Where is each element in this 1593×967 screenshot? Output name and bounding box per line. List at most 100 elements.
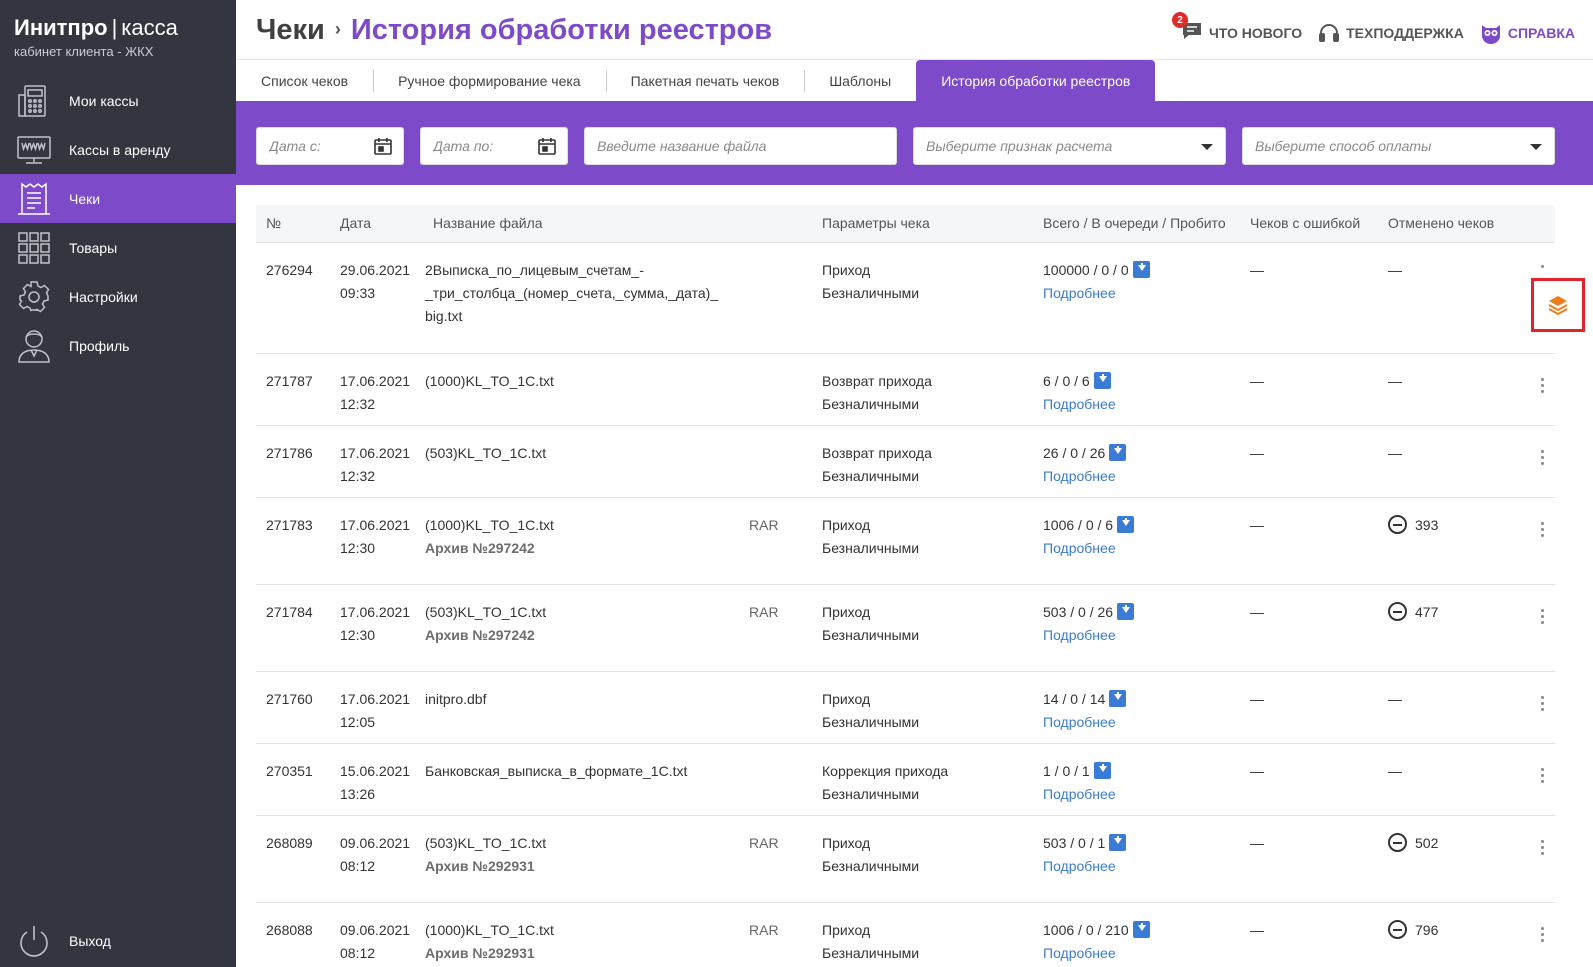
sidebar-item-profile[interactable]: Профиль	[0, 321, 236, 370]
logout-button[interactable]: Выход	[16, 921, 111, 961]
tab-templates[interactable]: Шаблоны	[804, 60, 916, 101]
archive-label: Архив №292931	[425, 945, 535, 961]
download-icon[interactable]	[1117, 516, 1135, 533]
download-icon[interactable]	[1109, 444, 1127, 461]
row-time: 13:26	[340, 786, 376, 802]
row-canceled: —	[1388, 763, 1402, 779]
file-name-line: (503)KL_TO_1C.txt	[425, 445, 547, 461]
help-link[interactable]: СПРАВКА	[1480, 22, 1575, 44]
col-totals[interactable]: Всего / В очереди / Пробито	[1043, 215, 1226, 231]
file-name-field[interactable]	[584, 127, 897, 165]
row-menu-button[interactable]	[1541, 927, 1545, 945]
download-icon[interactable]	[1132, 261, 1150, 278]
details-link[interactable]: Подробнее	[1043, 855, 1126, 878]
row-date: 17.06.2021	[340, 691, 411, 707]
file-name-input[interactable]	[597, 138, 896, 154]
row-canceled: 796	[1415, 922, 1439, 938]
details-link[interactable]: Подробнее	[1043, 624, 1134, 647]
col-errors[interactable]: Чеков с ошибкой	[1250, 215, 1360, 231]
calendar-icon[interactable]	[537, 136, 557, 156]
file-name-line: (1000)KL_TO_1C.txt	[425, 922, 554, 938]
details-link[interactable]: Подробнее	[1043, 537, 1134, 560]
row-errors: —	[1250, 517, 1264, 533]
col-params[interactable]: Параметры чека	[822, 215, 930, 231]
download-icon[interactable]	[1117, 603, 1135, 620]
row-canceled: —	[1388, 445, 1402, 461]
tab-manual-receipt[interactable]: Ручное формирование чека	[373, 60, 606, 101]
col-canceled[interactable]: Отменено чеков	[1388, 215, 1494, 231]
col-num[interactable]: №	[266, 215, 281, 231]
row-menu-button[interactable]	[1541, 840, 1545, 858]
row-time: 09:33	[340, 285, 376, 301]
row-date: 09.06.2021	[340, 922, 411, 938]
sidebar-item-settings[interactable]: Настройки	[0, 272, 236, 321]
download-icon[interactable]	[1093, 372, 1111, 389]
brand-subtitle: кабинет клиента - ЖКХ	[14, 44, 154, 59]
whats-new-link[interactable]: 2 ЧТО НОВОГО	[1171, 12, 1302, 45]
date-to-field[interactable]	[420, 127, 568, 165]
sidebar-item-label: Профиль	[69, 337, 130, 354]
breadcrumb-root[interactable]: Чеки	[256, 14, 325, 46]
sidebar-item-label: Настройки	[69, 288, 138, 305]
row-errors: —	[1250, 373, 1264, 389]
download-icon[interactable]	[1132, 921, 1150, 938]
file-name-line: Банковская_выписка_в_формате_1С.txt	[425, 763, 688, 779]
sidebar-item-rent-registers[interactable]: Кассы в аренду	[0, 125, 236, 174]
news-chat-icon: 2	[1171, 12, 1209, 45]
tab-batch-print[interactable]: Пакетная печать чеков	[605, 60, 805, 101]
row-menu-button[interactable]	[1541, 522, 1545, 540]
row-time: 12:05	[340, 714, 376, 730]
tab-receipts-list[interactable]: Список чеков	[236, 60, 373, 101]
archive-label: Архив №297242	[425, 540, 535, 556]
row-menu-button[interactable]	[1541, 696, 1545, 714]
calc-sign-select[interactable]: Выберите признак расчета	[913, 127, 1226, 165]
headset-icon	[1319, 23, 1340, 42]
chevron-down-icon	[1201, 144, 1213, 150]
row-number: 271760	[266, 691, 313, 707]
details-link[interactable]: Подробнее	[1043, 393, 1116, 416]
row-menu-button[interactable]	[1541, 265, 1545, 271]
param-payment: Безналичными	[822, 627, 920, 643]
col-file[interactable]: Название файла	[433, 215, 543, 231]
sidebar-item-my-registers[interactable]: Мои кассы	[0, 76, 236, 125]
param-operation: Приход	[822, 922, 871, 938]
support-link[interactable]: ТЕХПОДДЕРЖКА	[1318, 22, 1464, 44]
row-menu-button[interactable]	[1541, 450, 1545, 468]
sidebar-item-receipts[interactable]: Чеки	[0, 174, 236, 223]
download-icon[interactable]	[1109, 690, 1127, 707]
www-monitor-icon	[16, 132, 52, 168]
sidebar-item-goods[interactable]: Товары	[0, 223, 236, 272]
row-menu-button[interactable]	[1541, 609, 1545, 627]
download-icon[interactable]	[1109, 834, 1127, 851]
row-menu-button[interactable]	[1541, 378, 1545, 396]
col-date[interactable]: Дата	[340, 215, 371, 231]
row-canceled: —	[1388, 373, 1402, 389]
row-errors: —	[1250, 262, 1264, 278]
date-from-field[interactable]	[256, 127, 404, 165]
param-payment: Безналичными	[822, 540, 920, 556]
pay-method-select[interactable]: Выберите способ оплаты	[1242, 127, 1555, 165]
logo[interactable]: Инитпро | касса кабинет клиента - ЖКХ	[14, 14, 178, 59]
row-date: 29.06.2021	[340, 262, 411, 278]
details-link[interactable]: Подробнее	[1043, 465, 1126, 488]
row-date: 17.06.2021	[340, 445, 411, 461]
row-errors: —	[1250, 445, 1264, 461]
details-link[interactable]: Подробнее	[1043, 711, 1126, 734]
brand-name: Инитпро	[14, 15, 108, 40]
row-number: 276294	[266, 262, 313, 278]
archive-type: RAR	[749, 604, 779, 620]
row-totals: 100000 / 0 / 0	[1043, 262, 1129, 278]
archive-type: RAR	[749, 835, 779, 851]
row-totals: 1006 / 0 / 6	[1043, 517, 1114, 533]
filter-bar: Выберите признак расчета Выберите способ…	[236, 101, 1593, 185]
details-link[interactable]: Подробнее	[1043, 783, 1116, 806]
param-operation: Возврат прихода	[822, 445, 932, 461]
download-icon[interactable]	[1093, 762, 1111, 779]
tab-registry-history[interactable]: История обработки реестров	[916, 60, 1156, 101]
details-link[interactable]: Подробнее	[1043, 942, 1150, 965]
layers-button-highlighted[interactable]	[1531, 278, 1585, 332]
param-payment: Безналичными	[822, 786, 920, 802]
details-link[interactable]: Подробнее	[1043, 282, 1150, 305]
row-menu-button[interactable]	[1541, 768, 1545, 786]
calendar-icon[interactable]	[373, 136, 393, 156]
